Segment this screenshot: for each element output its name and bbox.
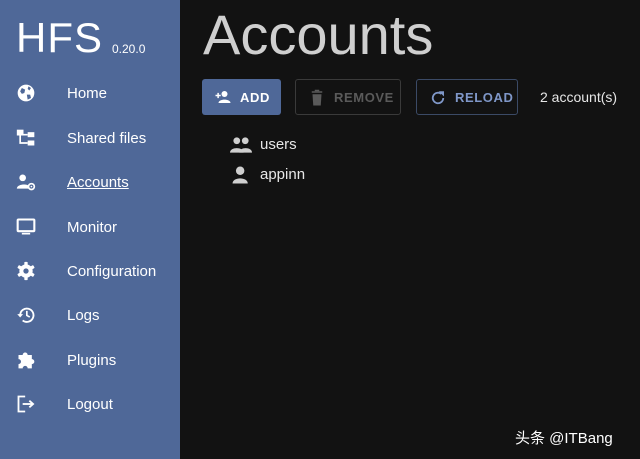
account-name: appinn: [260, 166, 306, 183]
sidebar-item-label: Monitor: [67, 218, 118, 236]
gear-icon: [17, 261, 35, 281]
account-name: users: [260, 136, 297, 153]
puzzle-icon: [18, 352, 35, 369]
sidebar: HFS 0.20.0 Home Shared files Accounts Mo…: [0, 0, 180, 459]
sidebar-item-plugins[interactable]: Plugins: [0, 340, 180, 380]
sidebar-item-label: Plugins: [67, 351, 117, 369]
sidebar-item-label: Shared files: [67, 129, 147, 147]
sidebar-item-configuration[interactable]: Configuration: [0, 251, 180, 291]
sidebar-item-label: Home: [67, 84, 108, 102]
page-title: Accounts: [203, 3, 434, 66]
sidebar-item-home[interactable]: Home: [0, 73, 180, 113]
account-settings-icon: [16, 174, 36, 191]
person-add-icon: [215, 91, 231, 103]
app-logo: HFS: [16, 14, 103, 61]
sidebar-item-accounts[interactable]: Accounts: [0, 162, 180, 202]
sidebar-item-label: Configuration: [67, 262, 157, 280]
trash-icon: [311, 89, 323, 106]
history-icon: [17, 307, 35, 323]
globe-icon: [17, 84, 35, 102]
remove-button-label: REMOVE: [334, 89, 394, 105]
sidebar-item-label: Accounts: [67, 173, 129, 191]
reload-button[interactable]: RELOAD: [416, 79, 518, 115]
sidebar-item-logout[interactable]: Logout: [0, 384, 180, 424]
reload-button-label: RELOAD: [455, 89, 514, 105]
account-count: 2 account(s): [540, 89, 618, 105]
logout-icon: [17, 395, 35, 413]
sidebar-item-label: Logout: [67, 395, 113, 413]
group-icon: [230, 137, 252, 153]
remove-button[interactable]: REMOVE: [295, 79, 401, 115]
refresh-icon: [431, 91, 445, 105]
file-tree-icon: [16, 129, 35, 146]
app-version: 0.20.0: [112, 42, 146, 56]
sidebar-item-label: Logs: [67, 306, 100, 324]
sidebar-item-shared-files[interactable]: Shared files: [0, 118, 180, 158]
sidebar-item-monitor[interactable]: Monitor: [0, 207, 180, 247]
sidebar-item-logs[interactable]: Logs: [0, 295, 180, 335]
monitor-icon: [16, 218, 36, 235]
add-button-label: ADD: [240, 89, 270, 105]
watermark: 头条 @ITBang: [515, 430, 613, 447]
add-button[interactable]: ADD: [202, 79, 281, 115]
person-icon: [232, 166, 248, 184]
